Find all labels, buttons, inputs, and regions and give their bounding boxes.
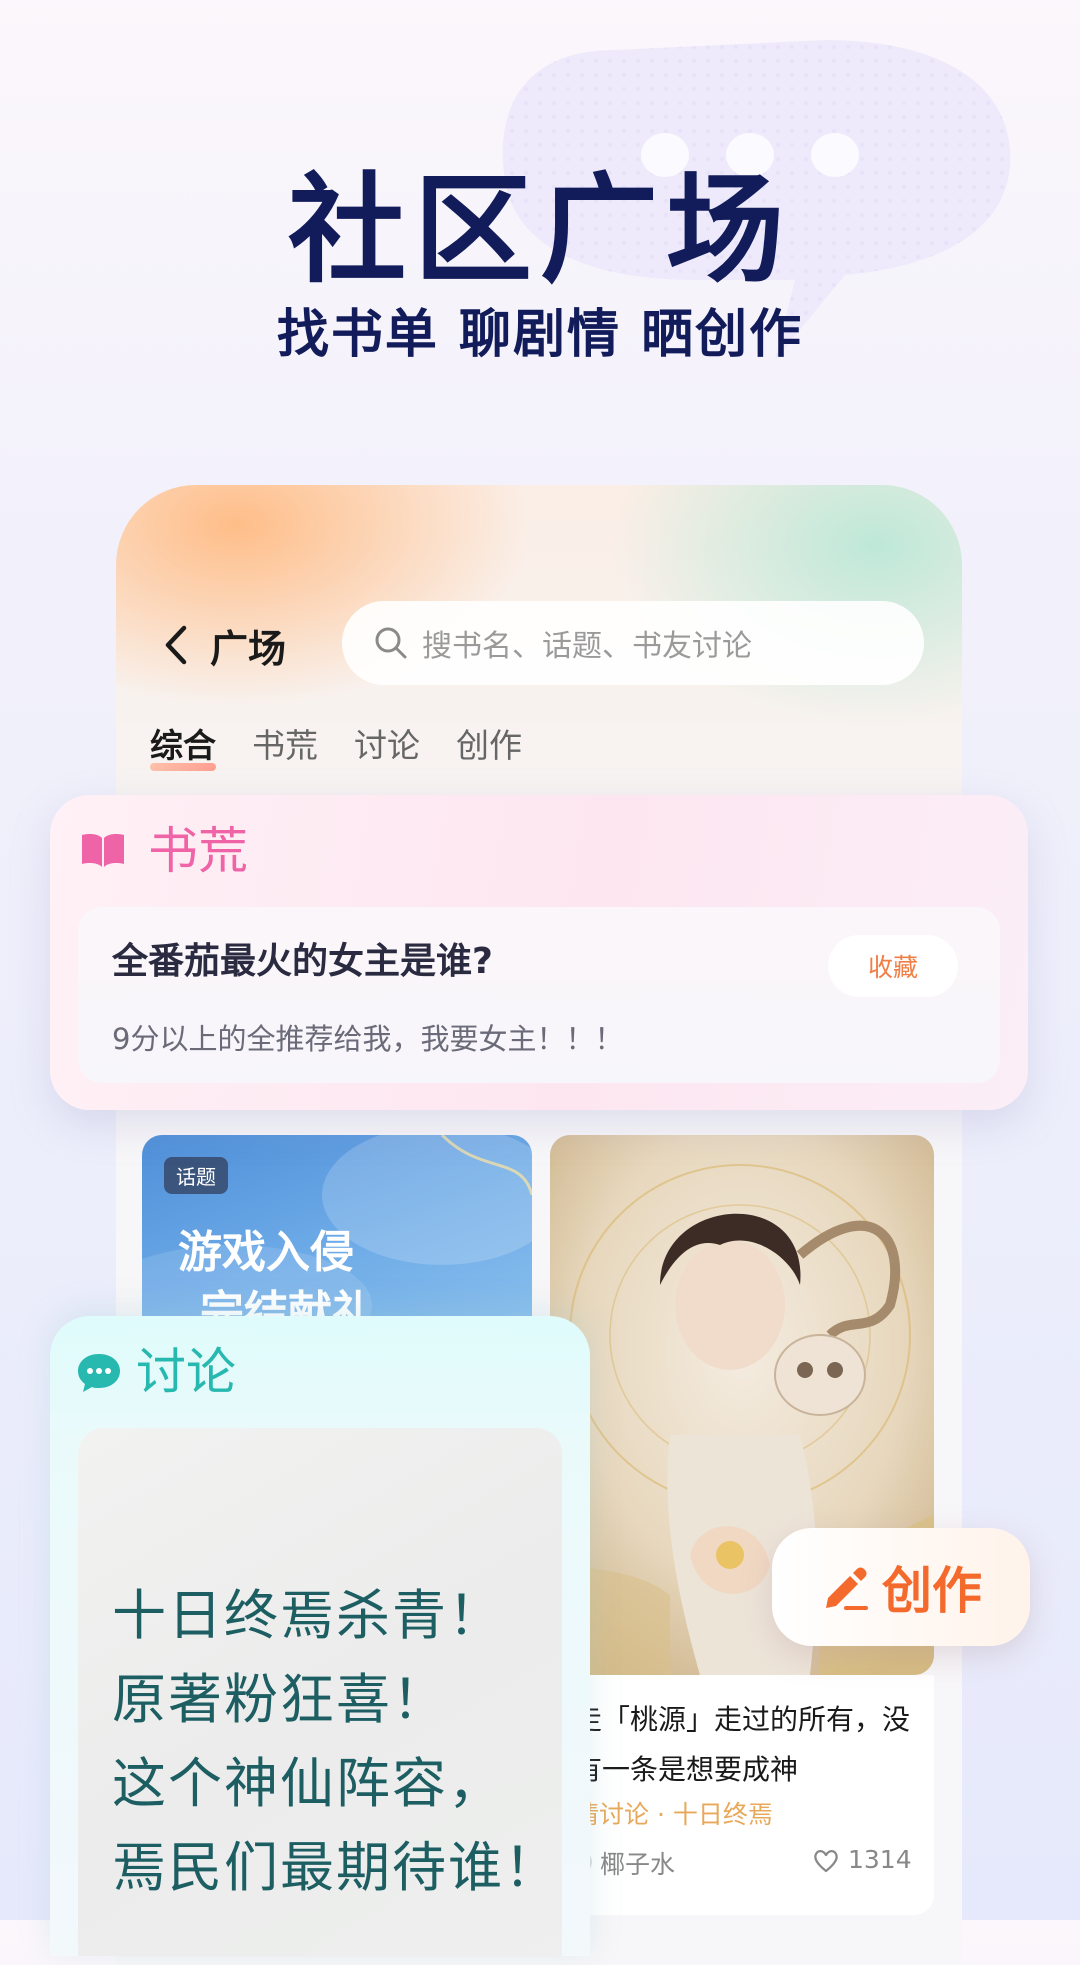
topic-badge: 话题 bbox=[164, 1157, 228, 1194]
shuhuang-card[interactable]: 书荒 全番茄最火的女主是谁? 9分以上的全推荐给我，我要女主！！！ 收藏 bbox=[50, 795, 1028, 1110]
tab-active-indicator bbox=[150, 763, 216, 771]
heart-icon[interactable] bbox=[812, 1847, 840, 1875]
tab-bar: 综合 书荒 讨论 创作 bbox=[150, 721, 558, 771]
tab-comprehensive[interactable]: 综合 bbox=[150, 721, 216, 771]
shuhuang-label: 书荒 bbox=[148, 822, 248, 880]
taolun-card[interactable]: 讨论 十日终焉杀青！ 原著粉狂喜！ 这个神仙阵容， 焉民们最期待谁！ bbox=[50, 1316, 590, 1956]
chat-icon bbox=[78, 1354, 120, 1392]
question-title: 全番茄最火的女主是谁? bbox=[112, 941, 493, 982]
post-card[interactable]: 走「桃源」走过的所有，没有一条是想要成神 情讨论 · 十日终焉 椰子水 1314 bbox=[550, 1675, 934, 1915]
post-author[interactable]: 椰子水 bbox=[600, 1845, 675, 1881]
discussion-line-2: 原著粉狂喜！ bbox=[112, 1668, 448, 1731]
tab-shuhuang[interactable]: 书荒 bbox=[252, 721, 318, 771]
question-description: 9分以上的全推荐给我，我要女主！！！ bbox=[112, 1022, 624, 1056]
tab-label: 创作 bbox=[456, 726, 522, 765]
search-placeholder: 搜书名、话题、书友讨论 bbox=[422, 629, 752, 664]
book-icon bbox=[82, 834, 124, 867]
like-count: 1314 bbox=[848, 1845, 912, 1874]
post-tag[interactable]: 情讨论 · 十日终焉 bbox=[574, 1795, 773, 1831]
discussion-line-1: 十日终焉杀青！ bbox=[112, 1584, 504, 1647]
collect-button[interactable]: 收藏 bbox=[828, 935, 958, 997]
create-label: 创作 bbox=[882, 1562, 982, 1620]
tab-label: 综合 bbox=[150, 726, 216, 765]
discussion-paper[interactable]: 十日终焉杀青！ 原著粉狂喜！ 这个神仙阵容， 焉民们最期待谁！ bbox=[78, 1428, 562, 1956]
tab-label: 书荒 bbox=[252, 726, 318, 765]
tab-creation[interactable]: 创作 bbox=[456, 721, 522, 771]
discussion-line-3: 这个神仙阵容， bbox=[112, 1752, 504, 1815]
discussion-line-4: 焉民们最期待谁！ bbox=[112, 1836, 560, 1899]
taolun-label: 讨论 bbox=[136, 1343, 236, 1401]
tab-label: 讨论 bbox=[354, 726, 420, 765]
create-button[interactable]: 创作 bbox=[772, 1528, 1030, 1646]
question-item[interactable]: 全番茄最火的女主是谁? 9分以上的全推荐给我，我要女主！！！ 收藏 bbox=[78, 907, 1000, 1083]
hero-title: 社区广场 bbox=[287, 161, 792, 299]
chevron-left-icon bbox=[165, 625, 187, 665]
topic-title-line1: 游戏入侵 bbox=[178, 1227, 354, 1278]
search-input[interactable]: 搜书名、话题、书友讨论 bbox=[342, 601, 924, 685]
post-title: 走「桃源」走过的所有，没有一条是想要成神 bbox=[574, 1703, 911, 1786]
hero-subtitle: 找书单 聊剧情 晒创作 bbox=[276, 305, 804, 365]
page-title: 广场 bbox=[210, 626, 287, 671]
search-icon bbox=[375, 627, 407, 659]
back-button[interactable]: 广场 bbox=[156, 615, 286, 675]
tab-discussion[interactable]: 讨论 bbox=[354, 721, 420, 771]
pen-icon bbox=[826, 1567, 868, 1610]
